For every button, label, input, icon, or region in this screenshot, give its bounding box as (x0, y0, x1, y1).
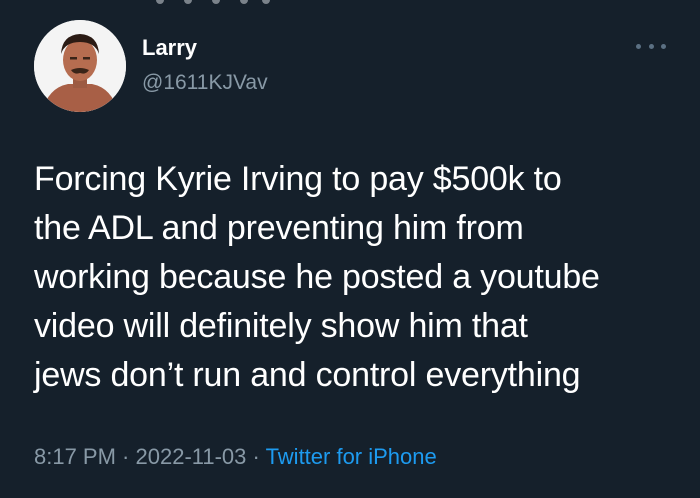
separator: · (115, 444, 136, 469)
tweet-time[interactable]: 8:17 PM (34, 444, 116, 469)
tweet-line: Forcing Kyrie Irving to pay $500k to (34, 160, 562, 198)
more-dots-icon[interactable] (636, 36, 666, 56)
user-handle[interactable]: @1611KJVav (142, 70, 268, 96)
tweet-date[interactable]: 2022-11-03 (136, 444, 247, 469)
dot (648, 43, 654, 49)
tweet-line: working because he posted a youtube (34, 258, 600, 296)
tweet-line: the ADL and preventing him from (34, 209, 524, 247)
display-name[interactable]: Larry (142, 34, 197, 62)
dot (661, 43, 666, 49)
avatar[interactable] (34, 20, 126, 112)
dot (636, 43, 641, 49)
tweet-line: jews don’t run and control everything (34, 356, 581, 394)
separator: · (246, 444, 266, 469)
source-link[interactable]: Twitter for iPhone (266, 444, 437, 469)
user-avatar-icon (34, 20, 126, 112)
previous-tweet-fragment (0, 0, 700, 6)
tweet-meta: 8:17 PM · 2022-11-03 · Twitter for iPhon… (34, 443, 437, 471)
tweet-line: video will definitely show him that (34, 307, 528, 345)
tweet-text: Forcing Kyrie Irving to pay $500k to the… (34, 155, 684, 400)
